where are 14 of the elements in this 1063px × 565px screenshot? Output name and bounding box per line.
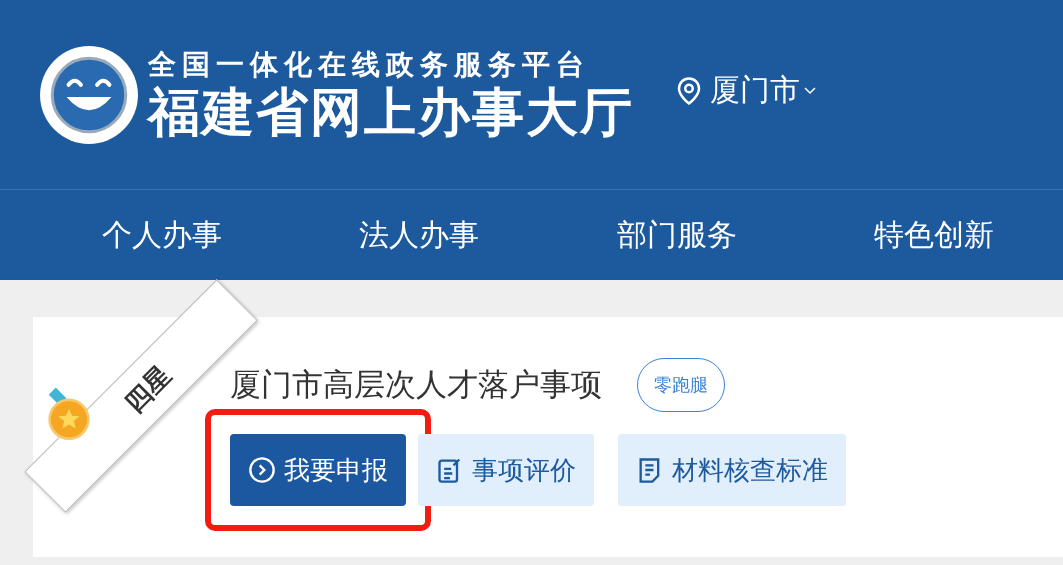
- action-button[interactable]: 事项评价: [418, 434, 594, 506]
- location-selector[interactable]: 厦门市: [674, 70, 816, 111]
- nav-tab[interactable]: 个人办事: [33, 214, 291, 256]
- caret-icon: [804, 86, 816, 95]
- site-title: 福建省网上办事大厅: [148, 81, 634, 142]
- platform-subtitle: 全国一体化在线政务服务平台: [148, 47, 591, 82]
- nav-tab[interactable]: 法人办事: [290, 214, 548, 256]
- action-button[interactable]: 我要申报: [230, 434, 406, 506]
- nav-tab[interactable]: 部门服务: [548, 214, 806, 256]
- logo-icon: [38, 43, 140, 146]
- chevron-circle-icon: [248, 456, 276, 484]
- medal-icon: [47, 387, 91, 441]
- nav-tab[interactable]: 特色创新: [805, 214, 1063, 256]
- action-button[interactable]: 材料核查标准: [618, 434, 846, 506]
